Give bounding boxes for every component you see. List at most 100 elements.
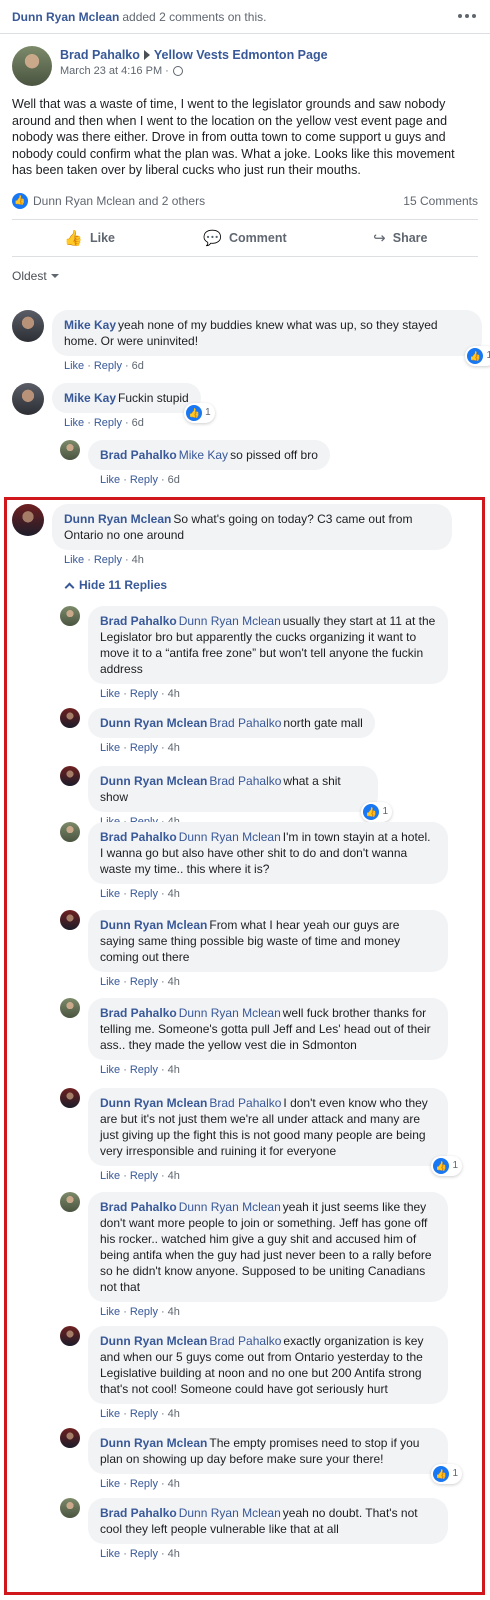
comment-author-link[interactable]: Brad Pahalko	[100, 614, 177, 628]
avatar[interactable]	[60, 998, 80, 1018]
activity-actor-link[interactable]: Dunn Ryan Mclean	[12, 10, 119, 24]
comment-like-link[interactable]: Like	[100, 742, 120, 754]
comment-mention-link[interactable]: Dunn Ryan Mclean	[179, 1506, 281, 1520]
comment-reaction-count[interactable]: 👍 1	[431, 1156, 462, 1176]
comment-reply-link[interactable]: Reply	[130, 976, 158, 988]
avatar[interactable]	[60, 606, 80, 626]
comment-reaction-count[interactable]: 👍 1	[184, 403, 215, 423]
comment-author-link[interactable]: Brad Pahalko	[100, 830, 177, 844]
comment-time[interactable]: 4h	[168, 1478, 180, 1490]
comment-like-link[interactable]: Like	[100, 1478, 120, 1490]
comment-reply-link[interactable]: Reply	[94, 417, 122, 429]
comment-mention-link[interactable]: Brad Pahalko	[209, 774, 281, 788]
avatar[interactable]	[60, 1428, 80, 1448]
comment-like-link[interactable]: Like	[100, 1548, 120, 1560]
comment-author-link[interactable]: Dunn Ryan Mclean	[64, 512, 171, 526]
comment-time[interactable]: 4h	[168, 742, 180, 754]
comment-time[interactable]: 4h	[168, 888, 180, 900]
comment-order-select[interactable]: Oldest	[0, 257, 490, 289]
comment-mention-link[interactable]: Dunn Ryan Mclean	[179, 830, 281, 844]
like-button[interactable]: 👍 Like	[12, 220, 167, 256]
comment-author-link[interactable]: Dunn Ryan Mclean	[100, 1334, 207, 1348]
comment-author-link[interactable]: Dunn Ryan Mclean	[100, 918, 207, 932]
comment-time[interactable]: 4h	[168, 1064, 180, 1076]
comment-time[interactable]: 4h	[132, 554, 144, 566]
comment-reply-link[interactable]: Reply	[94, 360, 122, 372]
comment-button[interactable]: 💬 Comment	[167, 220, 322, 256]
comment-reply-link[interactable]: Reply	[130, 888, 158, 900]
comment-like-link[interactable]: Like	[64, 554, 84, 566]
post-target-link[interactable]: Yellow Vests Edmonton Page	[154, 48, 328, 62]
post-author-link[interactable]: Brad Pahalko	[60, 48, 140, 62]
avatar[interactable]	[60, 440, 80, 460]
comment-like-link[interactable]: Like	[100, 888, 120, 900]
comment-time[interactable]: 4h	[168, 1548, 180, 1560]
share-button[interactable]: ↪ Share	[323, 220, 478, 256]
comment-like-link[interactable]: Like	[64, 417, 84, 429]
comment-mention-link[interactable]: Brad Pahalko	[209, 1334, 281, 1348]
comment-time[interactable]: 6d	[168, 474, 180, 486]
reactions-text[interactable]: Dunn Ryan Mclean and 2 others	[33, 194, 205, 208]
comment-reply-link[interactable]: Reply	[130, 1306, 158, 1318]
comment-reply-link[interactable]: Reply	[94, 554, 122, 566]
comment-reaction-count[interactable]: 👍 1	[465, 346, 490, 366]
comment-author-link[interactable]: Brad Pahalko	[100, 1006, 177, 1020]
avatar[interactable]	[12, 504, 44, 536]
comment-reaction-count[interactable]: 👍 1	[431, 1464, 462, 1484]
comment-mention-link[interactable]: Dunn Ryan Mclean	[179, 614, 281, 628]
avatar[interactable]	[60, 708, 80, 728]
comment-like-link[interactable]: Like	[64, 360, 84, 372]
comment-author-link[interactable]: Dunn Ryan Mclean	[100, 774, 207, 788]
comment-time[interactable]: 4h	[168, 1408, 180, 1420]
comment-author-link[interactable]: Dunn Ryan Mclean	[100, 1096, 207, 1110]
comment-mention-link[interactable]: Dunn Ryan Mclean	[179, 1200, 281, 1214]
comment-mention-link[interactable]: Brad Pahalko	[209, 1096, 281, 1110]
avatar[interactable]	[60, 910, 80, 930]
comment-reply-link[interactable]: Reply	[130, 688, 158, 700]
comment-author-link[interactable]: Mike Kay	[64, 318, 116, 332]
comment-time[interactable]: 4h	[168, 976, 180, 988]
avatar[interactable]	[60, 1192, 80, 1212]
comment-like-link[interactable]: Like	[100, 474, 120, 486]
comment-like-link[interactable]: Like	[100, 688, 120, 700]
comment-author-link[interactable]: Mike Kay	[64, 391, 116, 405]
comment-author-link[interactable]: Brad Pahalko	[100, 1506, 177, 1520]
hide-replies-link[interactable]: Hide 11 Replies	[64, 578, 167, 592]
avatar[interactable]	[60, 766, 80, 786]
comments-count-link[interactable]: 15 Comments	[403, 194, 478, 208]
comment-reaction-count[interactable]: 👍 1	[361, 802, 392, 822]
more-options-icon[interactable]	[458, 14, 476, 18]
comment-time[interactable]: 4h	[168, 1306, 180, 1318]
avatar[interactable]	[60, 1498, 80, 1518]
comment-like-link[interactable]: Like	[100, 1064, 120, 1076]
avatar[interactable]	[12, 383, 44, 415]
comment-reply-link[interactable]: Reply	[130, 1548, 158, 1560]
comment-author-link[interactable]: Brad Pahalko	[100, 1200, 177, 1214]
post-time-link[interactable]: March 23 at 4:16 PM ·	[60, 65, 169, 77]
comment-author-link[interactable]: Brad Pahalko	[100, 448, 177, 462]
comment-like-link[interactable]: Like	[100, 1408, 120, 1420]
comment-like-link[interactable]: Like	[100, 976, 120, 988]
avatar[interactable]	[12, 310, 44, 342]
comment-author-link[interactable]: Dunn Ryan Mclean	[100, 1436, 207, 1450]
avatar[interactable]	[60, 1088, 80, 1108]
comment-mention-link[interactable]: Mike Kay	[179, 448, 228, 462]
avatar[interactable]	[60, 822, 80, 842]
comment-reply-link[interactable]: Reply	[130, 474, 158, 486]
comment-reply-link[interactable]: Reply	[130, 742, 158, 754]
comment-reply-link[interactable]: Reply	[130, 1170, 158, 1182]
avatar[interactable]	[60, 1326, 80, 1346]
comment-time[interactable]: 4h	[168, 1170, 180, 1182]
comment-reply-link[interactable]: Reply	[130, 1064, 158, 1076]
comment-like-link[interactable]: Like	[100, 1170, 120, 1182]
comment-author-link[interactable]: Dunn Ryan Mclean	[100, 716, 207, 730]
comment-like-link[interactable]: Like	[100, 1306, 120, 1318]
comment-time[interactable]: 4h	[168, 688, 180, 700]
comment-reply-link[interactable]: Reply	[130, 1478, 158, 1490]
comment-time[interactable]: 6d	[132, 417, 144, 429]
comment-mention-link[interactable]: Brad Pahalko	[209, 716, 281, 730]
comment-mention-link[interactable]: Dunn Ryan Mclean	[179, 1006, 281, 1020]
comment-time[interactable]: 6d	[132, 360, 144, 372]
comment-reply-link[interactable]: Reply	[130, 1408, 158, 1420]
avatar[interactable]	[12, 46, 52, 86]
